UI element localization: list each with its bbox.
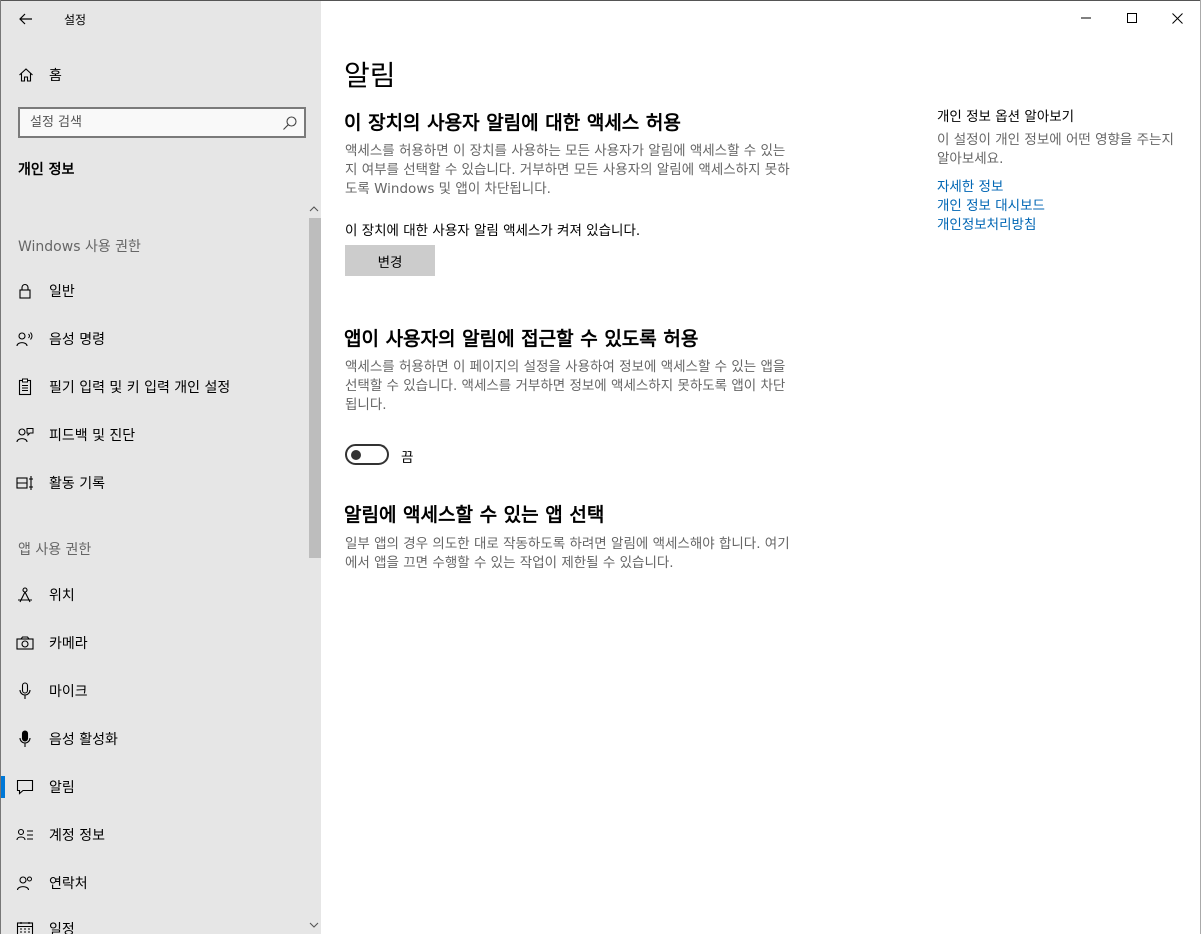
section-desc-app-access: 액세스를 허용하면 이 페이지의 설정을 사용하여 정보에 액세스할 수 있는 … [345, 359, 786, 413]
notification-icon [16, 778, 34, 796]
scroll-down-icon[interactable] [309, 921, 319, 929]
window-border-left [0, 0, 1, 934]
change-button[interactable]: 변경 [345, 245, 435, 276]
camera-icon [16, 634, 34, 652]
nav-item-general[interactable]: 일반 [1, 271, 305, 311]
nav-item-calendar[interactable]: 일정 [1, 909, 305, 934]
back-arrow-icon [19, 13, 32, 25]
nav-item-label: 음성 명령 [49, 332, 105, 348]
nav-item-location[interactable]: 위치 [1, 575, 305, 615]
home-icon [17, 66, 35, 84]
page-title: 알림 [344, 59, 396, 92]
privacy-options-title: 개인 정보 옵션 알아보기 [937, 109, 1075, 125]
sidebar-scrollbar[interactable] [305, 201, 321, 934]
close-icon [1171, 12, 1183, 24]
nav-item-account-info[interactable]: 계정 정보 [1, 815, 305, 855]
search-box[interactable] [18, 107, 306, 138]
privacy-statement-link[interactable]: 개인정보처리방침 [937, 213, 1036, 233]
toggle-knob [351, 450, 361, 460]
nav-item-label: 일반 [49, 284, 75, 300]
nav-item-inking[interactable]: 필기 입력 및 키 입력 개인 설정 [1, 367, 305, 407]
app-access-toggle[interactable] [345, 444, 389, 465]
scrollbar-thumb[interactable] [309, 218, 321, 558]
section-desc-device-access: 액세스를 허용하면 이 장치를 사용하는 모든 사용자가 알림에 액세스할 수 … [345, 143, 790, 197]
app-title: 설정 [64, 13, 87, 27]
nav-item-label: 계정 정보 [49, 828, 105, 844]
sidebar: 설정 홈 개인 정보 Windows 사용 권한 일반 음성 명령 필기 입력 … [1, 1, 321, 934]
nav-item-label: 연락처 [49, 876, 88, 892]
privacy-options-desc: 이 설정이 개인 정보에 어떤 영향을 주는지 알아보세요. [937, 132, 1174, 167]
maximize-button[interactable] [1109, 4, 1155, 32]
section-heading-device-access: 이 장치의 사용자 알림에 대한 액세스 허용 [344, 112, 681, 134]
nav-item-label: 일정 [49, 922, 75, 934]
nav-item-label: 피드백 및 진단 [49, 428, 136, 444]
nav-item-notifications[interactable]: 알림 [1, 767, 305, 807]
minimize-icon [1081, 17, 1091, 19]
nav-item-label: 카메라 [49, 636, 88, 652]
nav-item-camera[interactable]: 카메라 [1, 623, 305, 663]
nav-item-label: 음성 활성화 [49, 732, 118, 748]
close-button[interactable] [1154, 4, 1200, 32]
nav-item-speech[interactable]: 음성 명령 [1, 319, 305, 359]
location-icon [16, 586, 34, 604]
nav-item-feedback[interactable]: 피드백 및 진단 [1, 415, 305, 455]
section-title: 개인 정보 [18, 162, 75, 178]
nav-item-contacts[interactable]: 연락처 [1, 863, 305, 903]
nav-home-label: 홈 [49, 68, 62, 84]
nav-item-voice-activation[interactable]: 음성 활성화 [1, 719, 305, 759]
lock-icon [16, 282, 34, 300]
nav-item-activity[interactable]: 활동 기록 [1, 463, 305, 503]
feedback-icon [16, 426, 34, 444]
voice-activation-icon [16, 730, 34, 748]
minimize-button[interactable] [1063, 4, 1109, 32]
microphone-icon [16, 682, 34, 700]
toggle-state-label: 끔 [401, 450, 414, 466]
learn-more-link[interactable]: 자세한 정보 [937, 175, 1003, 195]
group-label-apps: 앱 사용 권한 [18, 542, 92, 558]
nav-home[interactable]: 홈 [1, 57, 321, 93]
maximize-icon [1127, 13, 1137, 23]
nav-item-microphone[interactable]: 마이크 [1, 671, 305, 711]
nav-item-label: 위치 [49, 588, 75, 604]
nav-item-label: 알림 [49, 780, 75, 796]
nav-item-label: 마이크 [49, 684, 88, 700]
account-info-icon [16, 826, 34, 844]
privacy-dashboard-link[interactable]: 개인 정보 대시보드 [937, 194, 1045, 214]
clipboard-icon [16, 378, 34, 396]
calendar-icon [16, 920, 34, 934]
device-access-status: 이 장치에 대한 사용자 알림 액세스가 켜져 있습니다. [345, 223, 641, 239]
nav-item-label: 활동 기록 [49, 476, 105, 492]
group-label-windows: Windows 사용 권한 [18, 239, 141, 255]
contacts-icon [16, 874, 34, 892]
speech-icon [16, 330, 34, 348]
section-desc-choose-apps: 일부 앱의 경우 의도한 대로 작동하도록 하려면 알림에 액세스해야 합니다.… [345, 536, 790, 571]
scroll-up-icon[interactable] [309, 205, 319, 213]
back-button[interactable] [9, 5, 43, 33]
search-icon[interactable] [282, 115, 298, 131]
section-heading-choose-apps: 알림에 액세스할 수 있는 앱 선택 [344, 504, 605, 526]
nav-item-label: 필기 입력 및 키 입력 개인 설정 [49, 380, 231, 396]
search-input[interactable] [20, 109, 304, 136]
section-heading-app-access: 앱이 사용자의 알림에 접근할 수 있도록 허용 [344, 328, 699, 350]
timeline-icon [16, 474, 34, 492]
